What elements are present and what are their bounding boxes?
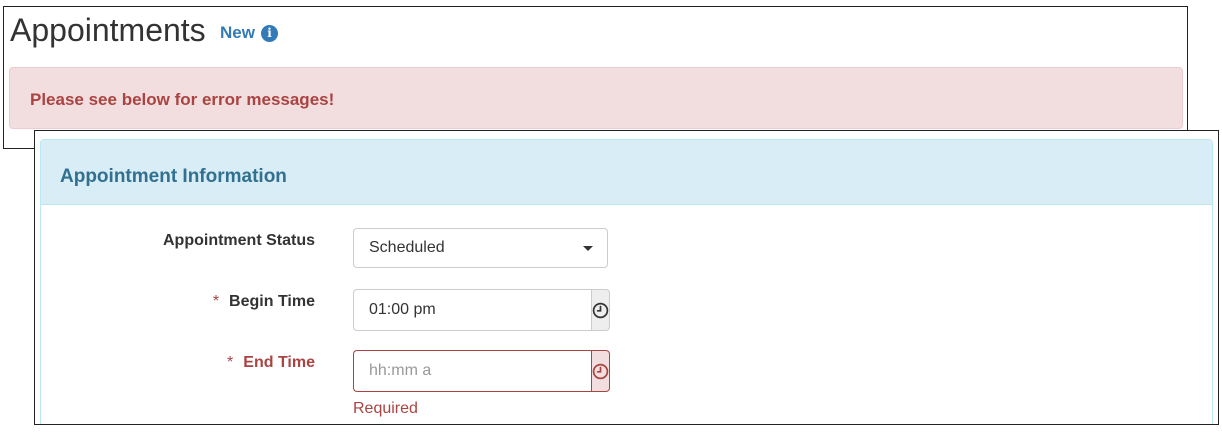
form-row-begin-time: * Begin Time (41, 283, 1212, 331)
clock-icon (592, 302, 609, 318)
page-subtitle: New i (220, 23, 278, 43)
begin-time-clock-button[interactable] (591, 289, 610, 331)
appointment-form-window: Appointment Information Appointment Stat… (34, 130, 1219, 425)
end-time-error-message: Required (353, 400, 418, 417)
end-time-input[interactable] (353, 350, 591, 392)
begin-time-label-text: Begin Time (229, 293, 315, 310)
end-time-label: * End Time (15, 354, 315, 372)
required-marker: * (212, 293, 220, 310)
end-time-input-group (353, 350, 610, 392)
status-label: Appointment Status (163, 232, 315, 249)
error-alert: Please see below for error messages! (9, 67, 1183, 129)
form-row-status: Appointment Status Scheduled (41, 222, 1212, 268)
appointment-info-panel: Appointment Information Appointment Stat… (40, 139, 1213, 424)
page-header-panel: Appointments New i Please see below for … (3, 6, 1188, 149)
form-row-end-time: * End Time Required (41, 344, 1212, 434)
chevron-down-icon (583, 246, 593, 251)
clock-icon (592, 363, 609, 379)
begin-time-input[interactable] (353, 289, 591, 331)
end-time-label-text: End Time (243, 354, 315, 371)
error-alert-message: Please see below for error messages! (30, 90, 335, 109)
end-time-clock-button[interactable] (591, 350, 610, 392)
panel-heading: Appointment Information (41, 140, 1212, 205)
subtitle-new-label: New (220, 23, 255, 42)
page-title: Appointments (10, 12, 206, 48)
begin-time-label: * Begin Time (15, 293, 315, 311)
status-select[interactable]: Scheduled (353, 228, 608, 268)
info-circle-icon[interactable]: i (260, 24, 278, 42)
begin-time-input-group (353, 289, 610, 331)
status-select-value: Scheduled (369, 239, 445, 256)
panel-heading-title: Appointment Information (60, 166, 287, 187)
required-marker: * (227, 354, 234, 371)
